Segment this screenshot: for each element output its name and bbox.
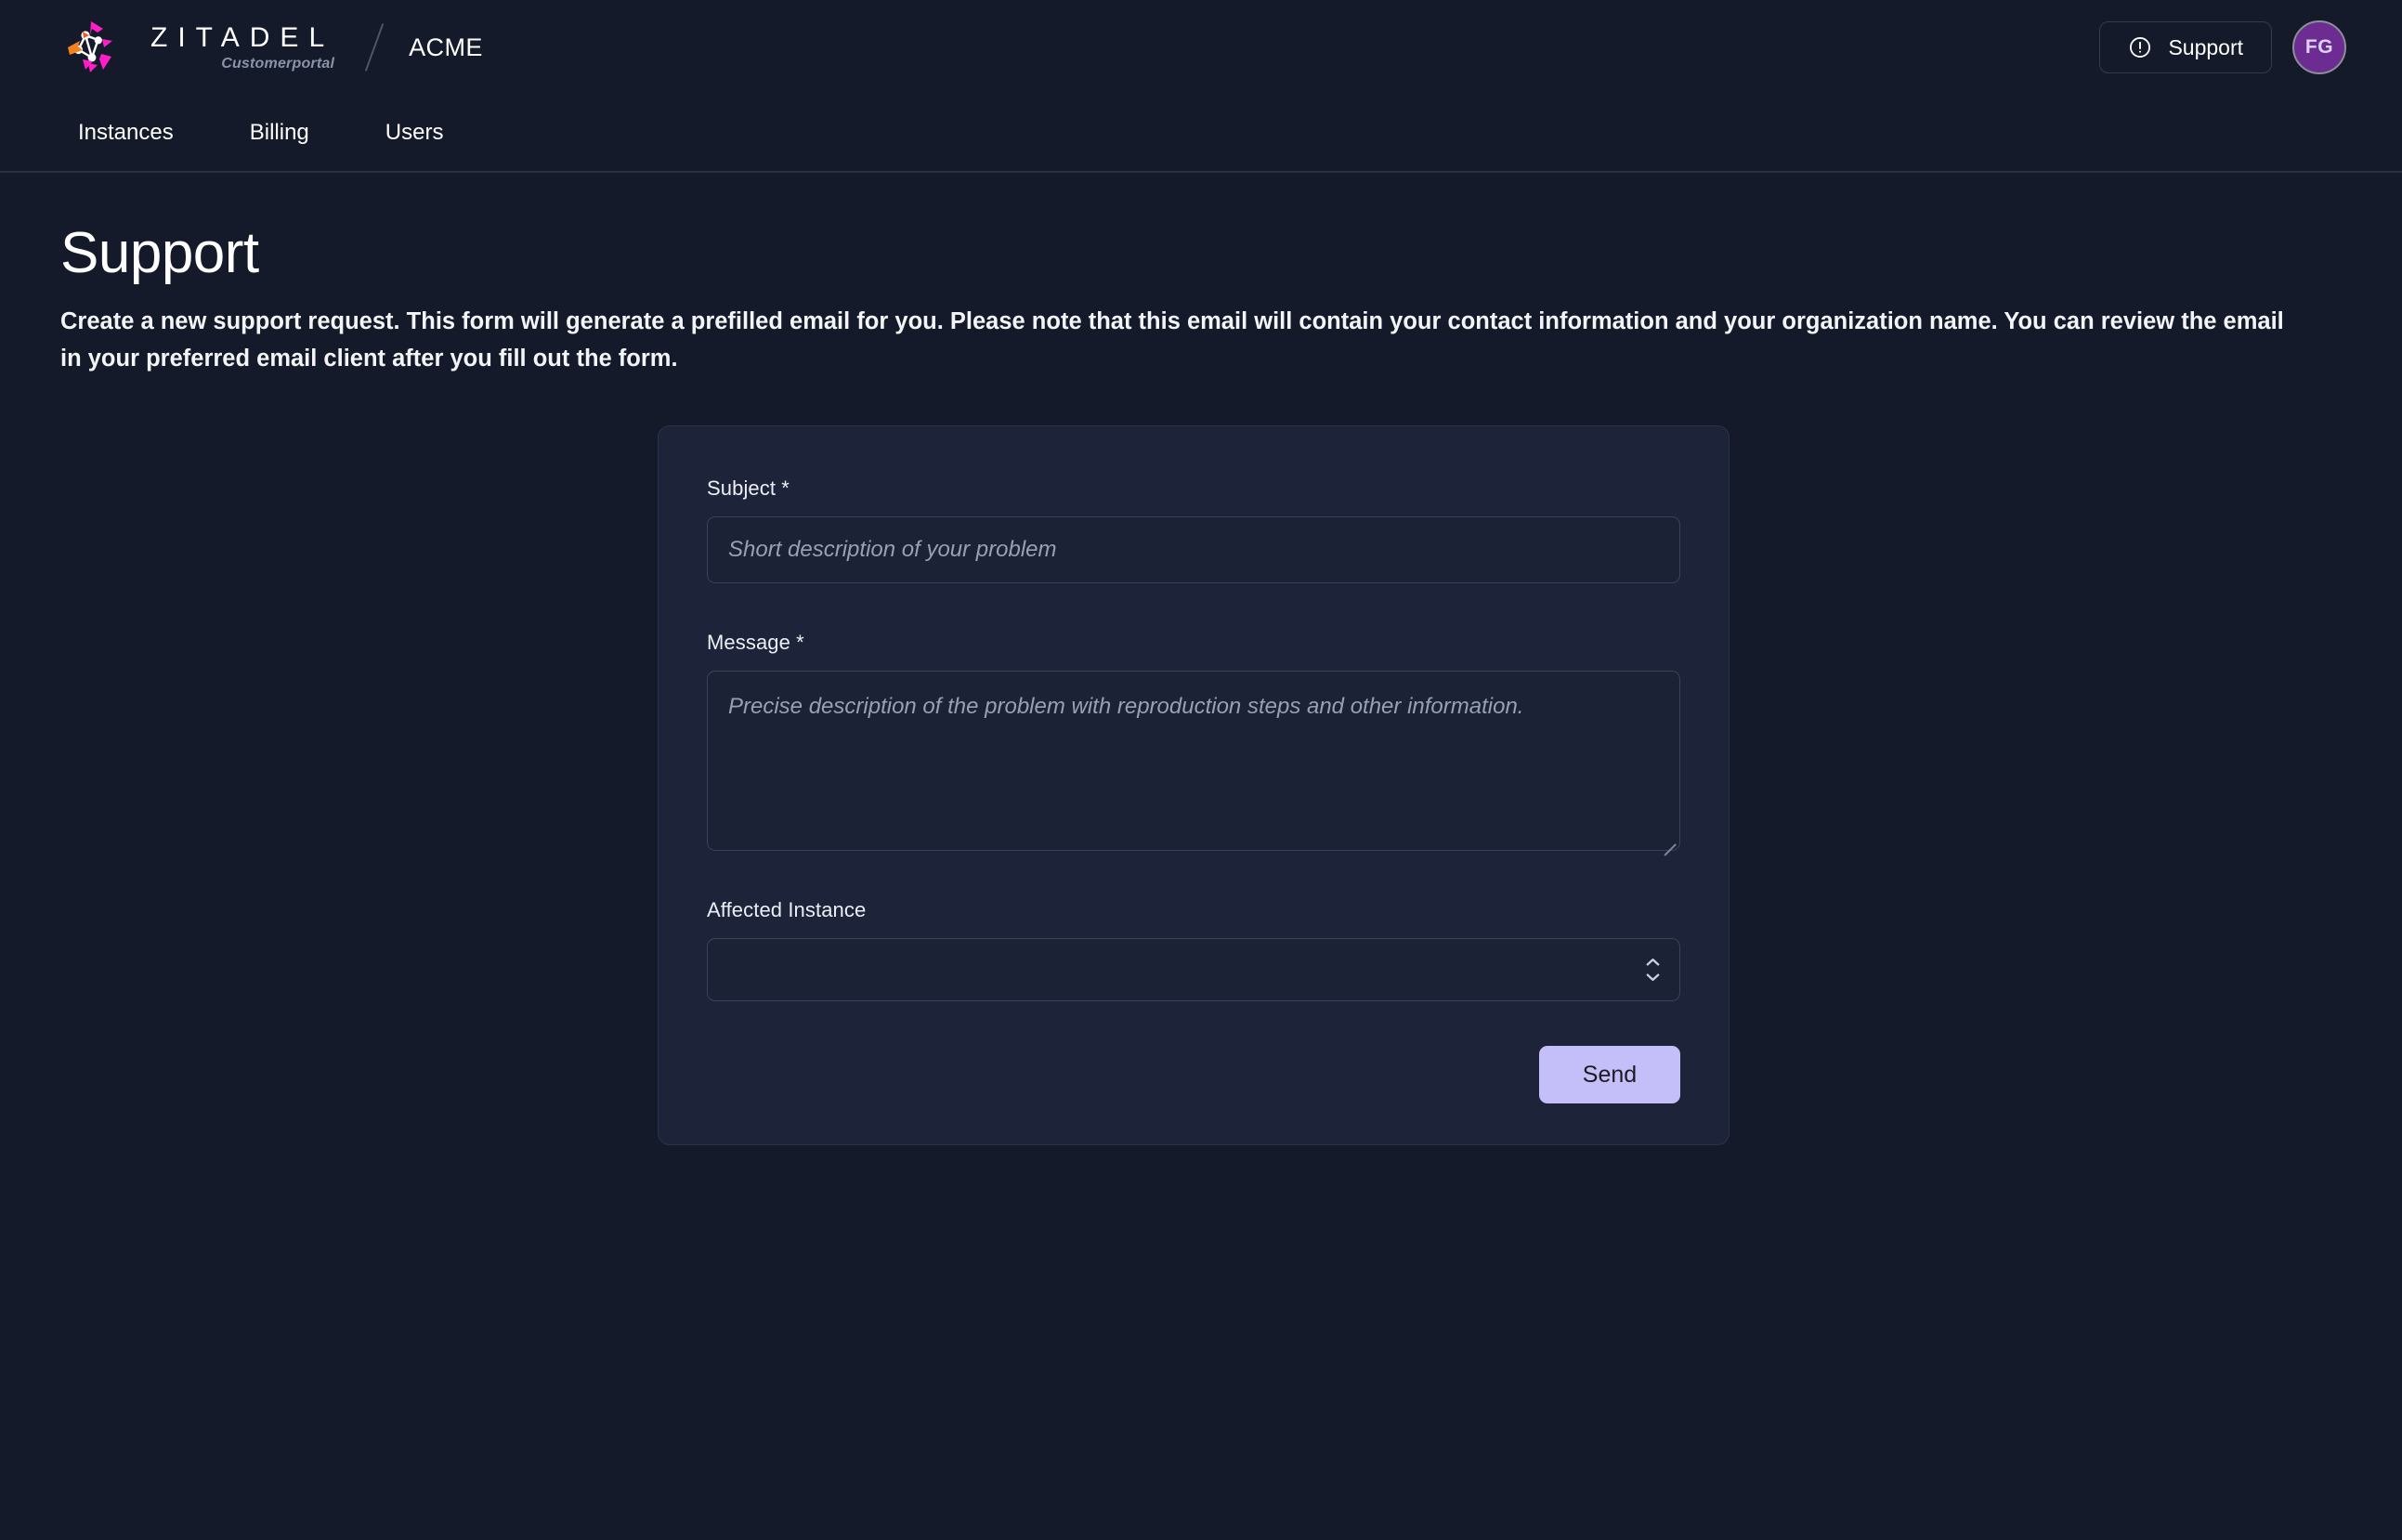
support-button-label: Support [2168, 34, 2243, 59]
nav-item-users[interactable]: Users [365, 111, 464, 155]
brand-divider [364, 23, 385, 72]
top-header-bar: ZITADEL Customerportal ACME Support FG [0, 0, 2402, 95]
zitadel-logo-icon [58, 13, 126, 82]
brand-wordmark: ZITADEL [150, 21, 335, 53]
alert-circle-icon [2128, 35, 2152, 59]
brand-subtitle: Customerportal [221, 55, 335, 72]
subject-label: Subject * [707, 476, 790, 501]
nav-item-billing[interactable]: Billing [229, 111, 330, 155]
header-actions: Support FG [2099, 20, 2346, 74]
message-textarea-holder [707, 671, 1680, 852]
subject-input[interactable] [707, 516, 1680, 584]
affected-instance-label: Affected Instance [707, 898, 867, 922]
subject-field-group: Subject * [707, 476, 1680, 584]
page-title: Support [60, 221, 259, 285]
message-label: Message * [707, 631, 804, 655]
page-content: Support Create a new support request. Th… [0, 173, 2402, 1146]
organization-name: ACME [409, 33, 483, 61]
affected-instance-select[interactable] [707, 938, 1680, 1002]
main-navigation: Instances Billing Users [0, 95, 2402, 173]
support-request-form: Subject * Message * Affected Instance [658, 425, 1730, 1146]
avatar-initials: FG [2304, 36, 2334, 58]
affected-instance-select-holder [707, 938, 1680, 1002]
form-card-wrapper: Subject * Message * Affected Instance [60, 425, 2344, 1146]
avatar[interactable]: FG [2292, 20, 2346, 74]
message-field-group: Message * [707, 631, 1680, 852]
form-actions: Send [707, 1046, 1680, 1104]
support-button[interactable]: Support [2099, 21, 2272, 73]
affected-instance-field-group: Affected Instance [707, 898, 1680, 1002]
message-textarea[interactable] [707, 671, 1680, 852]
brand-logo[interactable]: ZITADEL Customerportal [58, 13, 334, 82]
page-description: Create a new support request. This form … [60, 308, 2284, 372]
send-button[interactable]: Send [1539, 1046, 1680, 1104]
nav-item-instances[interactable]: Instances [58, 111, 194, 155]
